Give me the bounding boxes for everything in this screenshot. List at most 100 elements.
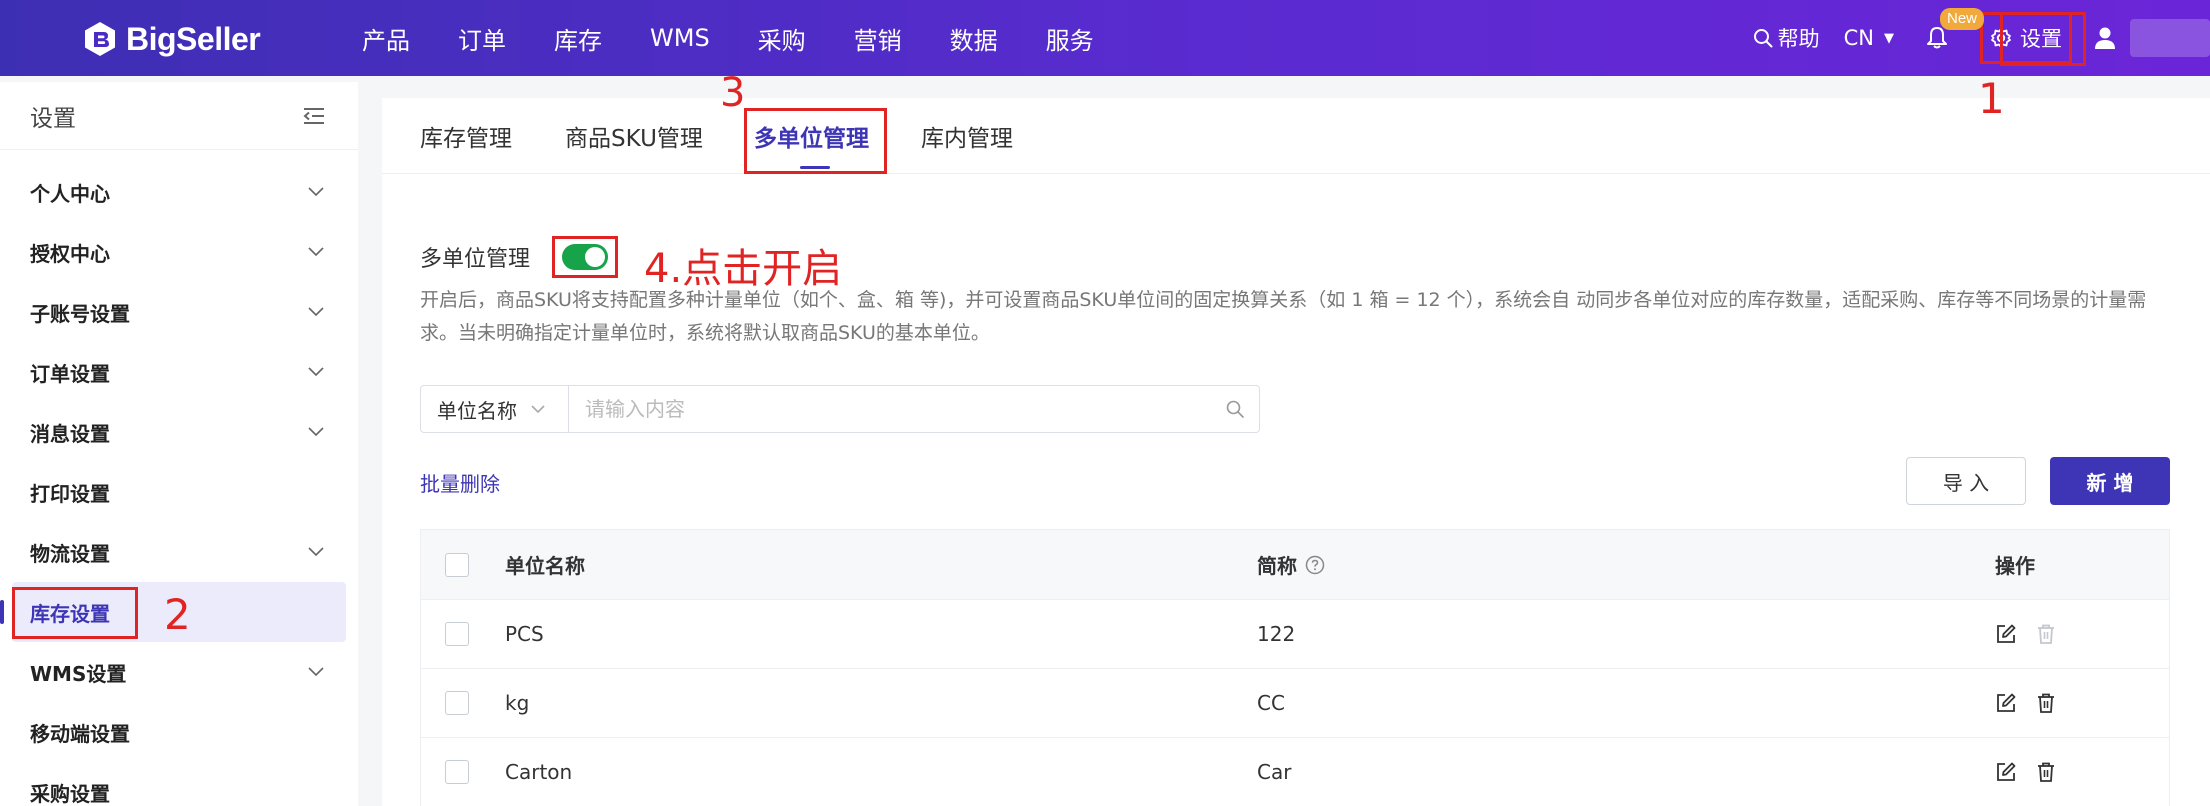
abbreviation-cell: CC [1257, 691, 1285, 715]
top-right-tools: 帮助 CN ▼ New 设置 [1752, 0, 2210, 76]
tab-inventory-management[interactable]: 库存管理 [420, 98, 512, 174]
tab-warehouse-management[interactable]: 库内管理 [921, 98, 1013, 174]
delete-button[interactable] [2035, 761, 2057, 783]
sidebar-title: 设置 [30, 105, 76, 132]
search-input[interactable] [569, 386, 1225, 432]
sidebar-item-label: 消息设置 [30, 421, 110, 446]
header-abbreviation: 简称 [1257, 550, 1325, 579]
table-row: PCS 122 [421, 600, 2169, 669]
nav-item-wms[interactable]: WMS [650, 24, 710, 52]
sidebar-item-label: 授权中心 [30, 241, 110, 266]
sidebar-item[interactable]: 物流设置 [0, 522, 358, 582]
sidebar-item[interactable]: 订单设置 [0, 342, 358, 402]
sidebar-item[interactable]: WMS设置 [0, 642, 358, 702]
sidebar-item[interactable]: 子账号设置 [0, 282, 358, 342]
user-name-redacted[interactable] [2130, 19, 2210, 57]
select-all-checkbox[interactable] [445, 552, 469, 577]
sidebar-item[interactable]: 授权中心 [0, 222, 358, 282]
table-header-row: 单位名称 简称 操作 [421, 530, 2169, 600]
chevron-down-icon [308, 307, 324, 317]
sidebar-item[interactable]: 个人中心 [0, 162, 358, 222]
help-label: 帮助 [1777, 27, 1820, 51]
add-button[interactable]: 新 增 [2050, 457, 2170, 505]
operations-cell [1995, 692, 2075, 714]
sidebar-item-label: 打印设置 [30, 481, 110, 506]
annotation-step-1: 1 [1978, 74, 2005, 123]
unit-name-cell: kg [505, 691, 530, 715]
unit-name-cell: PCS [505, 622, 544, 646]
nav-item-inventory[interactable]: 库存 [554, 21, 602, 56]
unit-name-cell: Carton [505, 760, 573, 784]
header-unit-name: 单位名称 [505, 554, 585, 578]
trash-icon [2038, 693, 2054, 713]
table-row: Carton Car [421, 738, 2169, 806]
search-field-select[interactable]: 单位名称 [421, 386, 569, 432]
search-icon [1753, 29, 1773, 48]
sidebar-item-label: 个人中心 [30, 181, 110, 206]
nav-item-products[interactable]: 产品 [362, 21, 410, 56]
nav-item-services[interactable]: 服务 [1046, 21, 1094, 56]
nav-item-data[interactable]: 数据 [950, 21, 998, 56]
sidebar-item[interactable]: 移动端设置 [0, 702, 358, 762]
batch-delete-link[interactable]: 批量删除 [420, 468, 500, 497]
section-title: 多单位管理 [420, 247, 531, 272]
operations-cell [1995, 761, 2075, 783]
annotation-step-2: 2 [164, 590, 191, 639]
top-navigation-bar: BigSeller 产品 订单 库存 WMS 采购 营销 数据 服务 帮助 CN… [0, 0, 2210, 76]
table-row: kg CC [421, 669, 2169, 738]
sidebar-item-label: WMS设置 [30, 661, 127, 686]
annotation-box-inventory-settings [12, 587, 138, 639]
sidebar-item[interactable]: 采购设置 [0, 762, 358, 806]
operations-cell [1995, 623, 2075, 645]
search-field-value: 单位名称 [437, 398, 517, 423]
sidebar-item-label: 采购设置 [30, 781, 110, 806]
collapse-sidebar-icon[interactable] [302, 106, 326, 126]
abbreviation-cell: 122 [1257, 622, 1296, 646]
edit-icon [1997, 762, 2016, 781]
brand-name: BigSeller [126, 20, 261, 57]
annotation-box-settings [2000, 12, 2086, 66]
header-abbreviation-label: 简称 [1257, 554, 1297, 578]
trash-icon [2038, 762, 2054, 782]
row-checkbox[interactable] [445, 691, 469, 715]
annotation-step-4: 4.点击开启 [644, 246, 843, 292]
new-badge: New [1940, 8, 1985, 30]
delete-button[interactable] [2035, 692, 2057, 714]
bigseller-logo-icon [85, 22, 115, 56]
row-checkbox[interactable] [445, 760, 469, 784]
chevron-down-icon [308, 427, 324, 437]
nav-item-orders[interactable]: 订单 [458, 21, 506, 56]
edit-button[interactable] [1995, 692, 2017, 714]
brand-logo[interactable]: BigSeller [80, 18, 261, 60]
search-bar: 单位名称 [420, 385, 1260, 433]
chevron-down-icon [308, 547, 324, 557]
abbreviation-cell: Car [1257, 760, 1292, 784]
sidebar-item[interactable]: 消息设置 [0, 402, 358, 462]
sidebar-item[interactable]: 打印设置 [0, 462, 358, 522]
tab-sku-management[interactable]: 商品SKU管理 [565, 98, 703, 174]
annotation-box-multi-unit-tab [744, 108, 887, 174]
help-link[interactable]: 帮助 [1752, 23, 1820, 53]
units-table: 单位名称 简称 操作 PCS 122 kg CC Carton Car [420, 529, 2170, 806]
help-circle-icon[interactable] [1305, 555, 1325, 575]
chevron-down-icon [308, 667, 324, 677]
language-label: CN [1843, 26, 1874, 50]
annotation-box-toggle [552, 236, 618, 278]
language-selector[interactable]: CN ▼ [1844, 26, 1894, 50]
user-menu[interactable] [2092, 25, 2118, 51]
sidebar-menu: 个人中心 授权中心 子账号设置 订单设置 消息设置 打印设置 物流设置 库存设置 WMS设置 移动… [0, 150, 358, 806]
edit-button[interactable] [1995, 623, 2017, 645]
settings-tabs: 库存管理 商品SKU管理 多单位管理 库内管理 [382, 98, 2210, 174]
settings-sidebar: 设置 个人中心 授权中心 子账号设置 订单设置 消息设置 打印设置 物流设置 库存设置 WMS设… [0, 82, 358, 806]
edit-button[interactable] [1995, 761, 2017, 783]
notification-button[interactable]: New [1924, 8, 1985, 52]
row-checkbox[interactable] [445, 622, 469, 646]
sidebar-item-label: 移动端设置 [30, 721, 130, 746]
chevron-down-icon [531, 404, 545, 413]
nav-item-marketing[interactable]: 营销 [854, 21, 902, 56]
import-button[interactable]: 导 入 [1906, 457, 2026, 505]
annotation-step-3: 3 [720, 70, 746, 116]
search-icon[interactable] [1225, 399, 1245, 419]
delete-button [2035, 623, 2057, 645]
nav-item-purchasing[interactable]: 采购 [758, 21, 806, 56]
